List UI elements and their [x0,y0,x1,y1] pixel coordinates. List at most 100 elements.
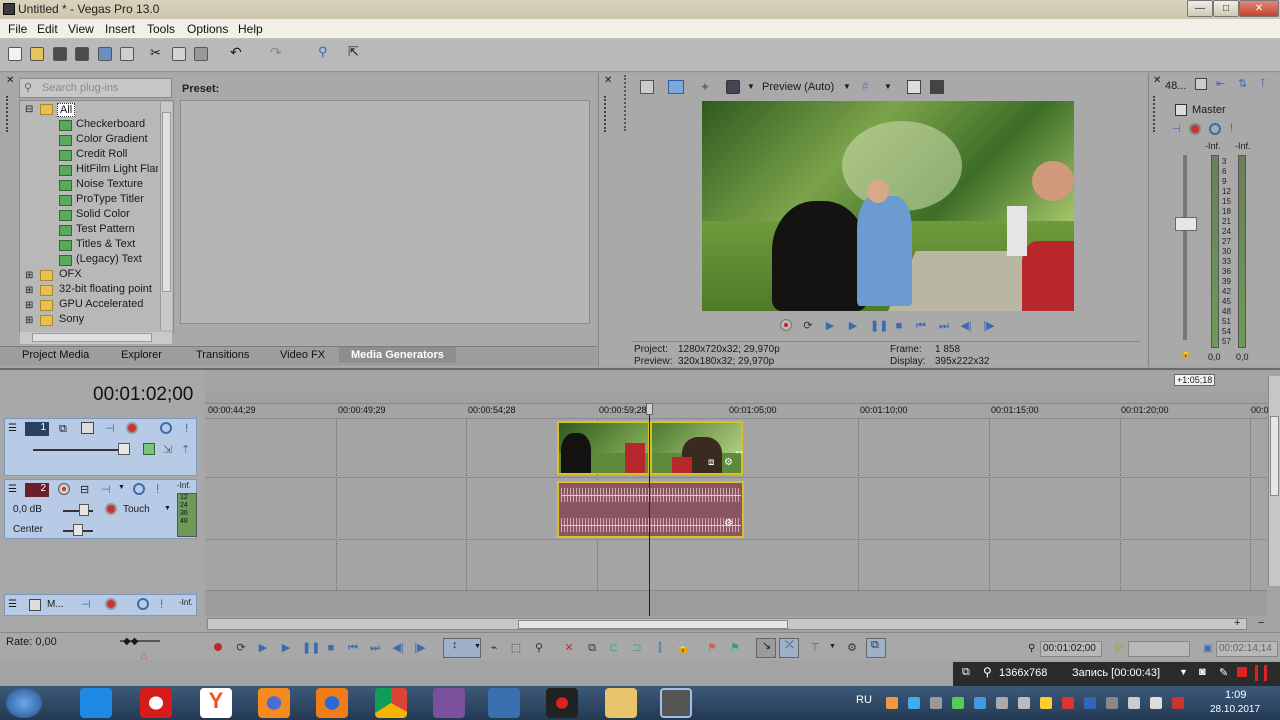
trim-end-icon[interactable]: ⊐ [631,642,643,654]
tree-item-test-pattern[interactable]: Test Pattern [76,223,135,235]
trim-icon[interactable]: ⧉ [586,642,598,654]
player-taskbar-icon[interactable] [80,688,112,718]
selection-start-field[interactable] [1128,641,1190,657]
timeline-vertical-scrollbar[interactable] [1268,376,1280,586]
close-button[interactable]: ✕ [1239,0,1279,17]
search-plugins-input[interactable]: ⚲ Search plug-ins [19,78,172,98]
record-icon[interactable] [212,641,224,653]
tree-item-noise-texture[interactable]: Noise Texture [76,178,143,190]
tree-item-credit-roll[interactable]: Credit Roll [76,148,127,160]
paste-icon[interactable] [194,47,208,61]
tree-item-checkerboard[interactable]: Checkerboard [76,118,145,130]
network-icon[interactable] [1128,697,1140,709]
tab-video-fx[interactable]: Video FX [280,349,325,361]
automation-mode[interactable]: Touch [123,504,150,515]
menu-options[interactable]: Options [187,22,228,36]
collapse-all-icon[interactable]: ⊟ [25,104,33,115]
menu-tools[interactable]: Tools [147,22,175,36]
overlays-dropdown-icon[interactable]: ▼ [884,82,892,91]
video-clip-1[interactable] [557,421,650,475]
play-icon[interactable]: ▶ [280,642,292,654]
tab-transitions[interactable]: Transitions [196,349,249,361]
window-icon[interactable]: ⧉ [962,666,970,679]
solo-icon[interactable]: ! [1230,122,1233,134]
record-icon[interactable] [780,319,792,331]
make-compositing-parent-icon[interactable]: ⇡ [181,443,190,456]
master-fx-icon[interactable] [105,598,117,610]
clock-time[interactable]: 1:09 [1225,689,1246,701]
rate-slider-knob-icon[interactable]: ◆◆ [123,636,138,647]
event-pan-crop-icon[interactable]: ⧈ [708,457,714,468]
master-grip-icon[interactable] [1153,96,1159,132]
opera-taskbar-icon[interactable] [140,688,172,718]
tree-item-sony[interactable]: Sony [59,313,84,325]
tray-icon[interactable] [996,697,1008,709]
tray-icon[interactable] [1018,697,1030,709]
preview-quality-dropdown[interactable]: Preview (Auto) [762,81,834,93]
playhead-cursor[interactable] [649,404,650,616]
bluetooth-icon[interactable] [1084,697,1096,709]
audio-track-header[interactable]: ☰ 2 ⊟ ⊣ ▼ ! -Inf. 0,0 dB Touch ▼ Center … [4,479,197,539]
go-to-start-icon[interactable]: ⏮ [347,642,359,654]
track-menu-icon[interactable]: ☰ [8,484,17,495]
preview-grip-icon[interactable] [604,96,610,132]
split-screen-icon[interactable] [726,80,740,94]
browser-taskbar-icon[interactable] [316,688,348,718]
maximize-button[interactable]: □ [1213,0,1239,17]
yandex-taskbar-icon[interactable]: Y [200,688,232,718]
stop-icon[interactable]: ■ [325,642,337,654]
track-fx-icon[interactable] [105,503,117,515]
menu-insert[interactable]: Insert [105,22,135,36]
copy-icon[interactable] [172,47,186,61]
delete-icon[interactable]: ✕ [563,642,575,654]
master-lock-icon[interactable]: 🔒 [1180,348,1191,359]
master-fader-knob[interactable] [1175,217,1197,231]
tray-icon[interactable] [952,697,964,709]
copy-snapshot-icon[interactable] [907,80,921,94]
track-menu-icon[interactable]: ☰ [8,599,17,610]
previous-frame-icon[interactable]: ◀| [392,642,404,654]
tray-icon[interactable] [1040,697,1052,709]
viber-taskbar-icon[interactable] [433,688,465,718]
explorer-taskbar-icon[interactable] [605,688,637,718]
play-from-start-icon[interactable]: ▶ [257,642,269,654]
volume-slider-knob[interactable] [79,504,89,516]
master-bus-track-header[interactable]: ☰ M... ⊣ ! -Inf. [4,594,197,616]
enable-snapping-icon[interactable]: ⚲ [318,44,332,59]
snapping-icon[interactable]: ⊤ [809,642,821,654]
overlays-icon[interactable]: # [862,80,874,92]
tray-icon[interactable] [1062,697,1074,709]
tree-item-hitfilm-light-flares[interactable]: HitFilm Light Flares [76,163,158,175]
selection-length-field[interactable]: 00:02:14;14 [1216,641,1278,657]
save-icon[interactable] [53,47,67,61]
tab-explorer[interactable]: Explorer [121,349,162,361]
automation-icon[interactable]: ⊣ [1172,124,1181,135]
arm-for-record-icon[interactable] [58,483,70,495]
lock-envelopes-icon[interactable]: ⚙ [846,642,858,654]
mute-icon[interactable] [137,598,149,610]
track-fx-icon[interactable] [126,422,138,434]
next-frame-icon[interactable]: |▶ [983,320,995,332]
pen-icon[interactable]: ✎ [1219,666,1228,679]
expand-icon[interactable]: ⊞ [25,315,33,326]
mute-icon[interactable] [133,483,145,495]
stop-recording-icon[interactable] [1237,667,1247,677]
edit-tool-dropdown-icon[interactable]: ▼ [474,643,481,650]
close-preview-icon[interactable]: ✕ [604,75,612,86]
audio-clip[interactable] [557,481,744,538]
zoom-out-icon[interactable]: − [1258,617,1264,629]
tray-icon[interactable] [908,697,920,709]
tree-item-ofx[interactable]: OFX [59,268,82,280]
level-slider-knob[interactable] [118,443,130,455]
pause-icon[interactable]: ❚❚ [302,642,320,654]
dim-icon[interactable]: ⇅ [1238,77,1247,90]
panel-grip-icon[interactable] [6,96,12,132]
close-panel-icon[interactable]: ✕ [6,75,14,86]
insert-marker-icon[interactable]: ⚑ [706,642,718,654]
open-icon[interactable] [30,47,44,61]
split-icon[interactable]: ⫿ [654,642,666,654]
auto-ripple-button[interactable]: ↘ [756,638,776,658]
next-frame-icon[interactable]: |▶ [414,642,426,654]
trim-start-icon[interactable]: ⊏ [608,642,620,654]
window-title-bar[interactable]: Untitled * - Vegas Pro 13.0 — □ ✕ [0,0,1280,19]
